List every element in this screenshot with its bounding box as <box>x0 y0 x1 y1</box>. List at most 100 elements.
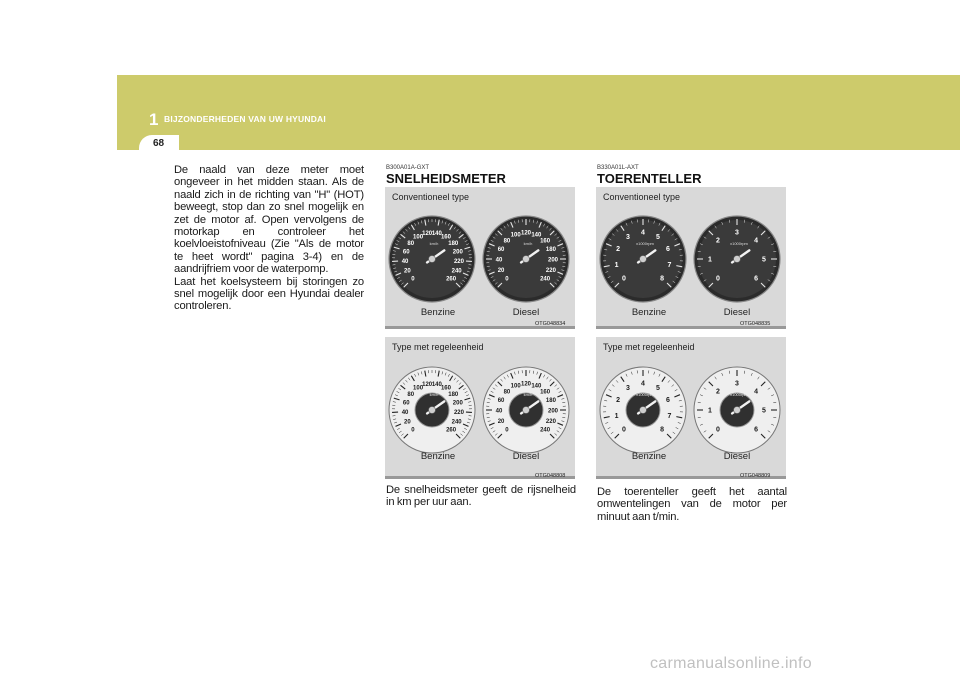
tacho-gauge-benzine: 01 23 4 56 78 x1000rpm <box>599 366 687 454</box>
page-number: 68 <box>153 138 165 149</box>
tick-label: 1 <box>708 408 712 415</box>
tick-label: 240 <box>452 420 463 426</box>
tick-label: 20 <box>498 419 505 425</box>
tick-label: 0 <box>716 427 720 434</box>
tick-label: 180 <box>546 398 557 404</box>
tick-label: 3 <box>626 385 630 392</box>
gauge-needle-hub <box>428 406 436 414</box>
tick-label: 3 <box>735 230 739 237</box>
gauge-needle-hub <box>522 255 530 263</box>
tick-label: 1 <box>615 262 619 269</box>
tick-label: 60 <box>403 400 410 406</box>
speedometer-figure-electronic: 0 20 40 60 80 100 120 140 160 180 200 220 240 260 km/h… <box>385 337 575 479</box>
tick-label: 2 <box>716 237 720 244</box>
tick-label: 1 <box>615 413 619 420</box>
tick-label: 220 <box>546 419 557 425</box>
gauge-needle-hub <box>733 406 741 414</box>
gauge-needle-hub <box>639 255 647 263</box>
tick-label: 40 <box>402 410 409 416</box>
tick-label: 240 <box>540 428 551 434</box>
fig-label: Type met regeleenheid <box>603 342 695 352</box>
tick-label: 40 <box>496 409 503 415</box>
tick-label: 4 <box>641 230 645 237</box>
tick-label: 4 <box>641 381 645 388</box>
tachometer-paragraph: De toerenteller geeft het aantal omwente… <box>597 486 787 523</box>
unit-label: km/h <box>524 241 533 246</box>
fig-label: Conventioneel type <box>603 192 681 202</box>
speedometer-conventional-svg: 020406080100120 140160180200220240260km/h… <box>388 215 570 303</box>
tick-label: 240 <box>540 277 551 283</box>
tacho-gauge-diesel: 0 1 2 3 4 5 6 x1000rpm <box>693 366 781 454</box>
unit-label: km/h <box>430 241 439 246</box>
tick-label: 100 <box>511 233 522 239</box>
tick-label: 2 <box>616 397 620 404</box>
tick-label: 6 <box>754 276 758 283</box>
tick-label: 180 <box>448 392 459 398</box>
tick-label: 1 <box>708 257 712 264</box>
tick-label: 6 <box>666 246 670 253</box>
speedometer-figure-conventional: 0 20 40 60 80 100 120 140 160 180 200 220 240 260 km/h… <box>385 187 575 329</box>
tick-label: 260 <box>446 277 457 283</box>
caption-diesel: Diesel <box>723 451 751 462</box>
tick-label: 4 <box>754 237 758 244</box>
tick-label: 5 <box>762 257 766 264</box>
tick-label: 160 <box>540 238 551 244</box>
left-column-text: De naald van deze meter moet ongeveer in… <box>174 164 364 313</box>
tick-label: 160 <box>441 234 452 240</box>
tacho-gauge-benzine: 01 23 4 56 78 x1000rpm <box>599 215 687 303</box>
coolant-paragraph: De naald van deze meter moet ongeveer in… <box>174 164 364 276</box>
tick-label: 220 <box>546 268 557 274</box>
tick-label: 200 <box>548 258 559 264</box>
unit-label: x1000rpm <box>636 241 654 246</box>
tick-label: 240 <box>452 269 463 275</box>
tick-label: 8 <box>660 276 664 283</box>
tick-label: 60 <box>498 398 505 404</box>
watermark: carmanualsonline.info <box>650 655 812 672</box>
tick-label: 200 <box>453 249 464 255</box>
gauge-needle-hub <box>428 255 436 263</box>
tick-label: 80 <box>407 392 414 398</box>
chapter-number: 1 <box>149 110 159 129</box>
speedometer-title: SNELHEIDSMETER <box>386 171 506 186</box>
tick-label: 120 <box>521 231 532 237</box>
tachometer-figure-conventional: 0 1 2 3 4 5 6 7 8 x1000rpm 0 1 2 3 4 5 6 x1000rpm Conven… <box>596 187 786 329</box>
tick-label: 5 <box>762 408 766 415</box>
gauge-needle-hub <box>639 406 647 414</box>
caption-diesel: Diesel <box>512 307 540 318</box>
tick-label: 200 <box>453 400 464 406</box>
fig-label: Conventioneel type <box>392 192 470 202</box>
gauge-needle-hub <box>733 255 741 263</box>
tick-label: 80 <box>407 241 414 247</box>
tick-label: 8 <box>660 427 664 434</box>
tick-label: 160 <box>540 389 551 395</box>
gauge-needle-hub <box>522 406 530 414</box>
header-band <box>117 75 960 161</box>
tick-label: 40 <box>496 258 503 264</box>
tick-label: 20 <box>404 269 411 275</box>
caption-diesel: Diesel <box>512 451 540 462</box>
tick-label: 0 <box>716 276 720 283</box>
tick-label: 2 <box>716 388 720 395</box>
caption-benzine: Benzine <box>420 307 456 318</box>
tick-label: 100 <box>511 384 522 390</box>
tick-label: 40 <box>402 259 409 265</box>
unit-label: x1000rpm <box>730 392 748 397</box>
tick-label: 180 <box>546 247 557 253</box>
tick-label: 7 <box>668 413 672 420</box>
unit-label: km/h <box>430 392 439 397</box>
tick-label: 60 <box>498 247 505 253</box>
tick-label: 6 <box>666 397 670 404</box>
tick-label: 7 <box>668 262 672 269</box>
caption-diesel: Diesel <box>723 307 751 318</box>
coolant-paragraph-2: Laat het koelsysteem bij storingen zo sn… <box>174 275 364 313</box>
figure-code: OTG048809 <box>740 473 771 479</box>
tick-label: 3 <box>735 381 739 388</box>
tick-label: 60 <box>403 249 410 255</box>
speed-gauge-diesel: 020406080100 120 140160180200220240km/h <box>482 215 570 303</box>
tick-label: 260 <box>446 428 457 434</box>
tick-label: 20 <box>404 420 411 426</box>
caption-benzine: Benzine <box>631 307 667 318</box>
tick-label: 5 <box>656 385 660 392</box>
unit-label: x1000rpm <box>730 241 748 246</box>
tacho-gauge-diesel: 0 1 2 3 4 5 6 x1000rpm <box>693 215 781 303</box>
